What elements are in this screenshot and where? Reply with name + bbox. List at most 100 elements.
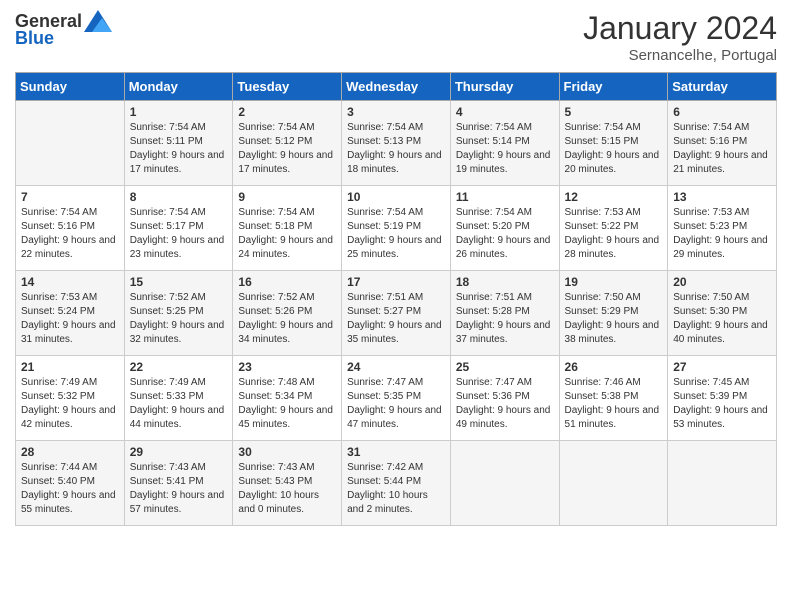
cell-info: Sunrise: 7:54 AMSunset: 5:11 PMDaylight:… — [130, 121, 228, 177]
calendar-week-0: 1 Sunrise: 7:54 AMSunset: 5:11 PMDaylight… — [16, 101, 777, 186]
calendar-cell: 11Sunrise: 7:54 AMSunset: 5:20 PMDayligh… — [450, 186, 559, 271]
cell-info: Sunrise: 7:42 AMSunset: 5:44 PMDaylight:… — [347, 461, 445, 517]
day-number: 18 — [456, 275, 554, 289]
location-title: Sernancelhe, Portugal — [583, 47, 777, 64]
cell-info: Sunrise: 7:54 AMSunset: 5:18 PMDaylight:… — [238, 206, 336, 262]
cell-info: Sunrise: 7:44 AMSunset: 5:40 PMDaylight:… — [21, 461, 119, 517]
cell-info: Sunrise: 7:54 AMSunset: 5:12 PMDaylight:… — [238, 121, 336, 177]
calendar-cell: 28 Sunrise: 7:44 AMSunset: 5:40 PMDayligh… — [16, 441, 125, 526]
calendar-cell: 18 Sunrise: 7:51 AMSunset: 5:28 PMDayligh… — [450, 271, 559, 356]
cell-info: Sunrise: 7:50 AMSunset: 5:29 PMDaylight:… — [565, 291, 663, 347]
day-number: 7 — [21, 190, 119, 204]
cell-info: Sunrise: 7:54 AMSunset: 5:16 PMDaylight:… — [21, 206, 119, 262]
cell-info: Sunrise: 7:51 AMSunset: 5:28 PMDaylight:… — [456, 291, 554, 347]
cell-info: Sunrise: 7:50 AMSunset: 5:30 PMDaylight:… — [673, 291, 771, 347]
day-number: 6 — [673, 105, 771, 119]
day-number: 13 — [673, 190, 771, 204]
day-number: 19 — [565, 275, 663, 289]
logo-blue: Blue — [15, 28, 54, 49]
calendar-cell: 21 Sunrise: 7:49 AMSunset: 5:32 PMDayligh… — [16, 356, 125, 441]
calendar-cell: 25 Sunrise: 7:47 AMSunset: 5:36 PMDayligh… — [450, 356, 559, 441]
header-monday: Monday — [124, 73, 233, 101]
day-number: 26 — [565, 360, 663, 374]
header-sunday: Sunday — [16, 73, 125, 101]
cell-info: Sunrise: 7:53 AMSunset: 5:24 PMDaylight:… — [21, 291, 119, 347]
day-number: 20 — [673, 275, 771, 289]
logo: General Blue — [15, 10, 112, 49]
calendar-cell — [668, 441, 777, 526]
calendar-cell: 13 Sunrise: 7:53 AMSunset: 5:23 PMDayligh… — [668, 186, 777, 271]
cell-info: Sunrise: 7:43 AMSunset: 5:43 PMDaylight:… — [238, 461, 336, 517]
header-wednesday: Wednesday — [342, 73, 451, 101]
day-number: 15 — [130, 275, 228, 289]
calendar-cell: 29 Sunrise: 7:43 AMSunset: 5:41 PMDayligh… — [124, 441, 233, 526]
calendar-cell: 31 Sunrise: 7:42 AMSunset: 5:44 PMDayligh… — [342, 441, 451, 526]
calendar-cell: 2 Sunrise: 7:54 AMSunset: 5:12 PMDaylight… — [233, 101, 342, 186]
calendar-cell: 16Sunrise: 7:52 AMSunset: 5:26 PMDayligh… — [233, 271, 342, 356]
day-number: 31 — [347, 445, 445, 459]
calendar-week-2: 14 Sunrise: 7:53 AMSunset: 5:24 PMDayligh… — [16, 271, 777, 356]
month-title: January 2024 — [583, 10, 777, 47]
calendar-cell: 12Sunrise: 7:53 AMSunset: 5:22 PMDayligh… — [559, 186, 668, 271]
cell-info: Sunrise: 7:46 AMSunset: 5:38 PMDaylight:… — [565, 376, 663, 432]
day-number: 9 — [238, 190, 336, 204]
calendar-cell: 19 Sunrise: 7:50 AMSunset: 5:29 PMDayligh… — [559, 271, 668, 356]
cell-info: Sunrise: 7:48 AMSunset: 5:34 PMDaylight:… — [238, 376, 336, 432]
calendar-cell: 9 Sunrise: 7:54 AMSunset: 5:18 PMDaylight… — [233, 186, 342, 271]
day-number: 28 — [21, 445, 119, 459]
cell-info: Sunrise: 7:54 AMSunset: 5:19 PMDaylight:… — [347, 206, 445, 262]
day-number: 5 — [565, 105, 663, 119]
logo-icon — [84, 10, 112, 32]
day-number: 24 — [347, 360, 445, 374]
calendar-week-4: 28 Sunrise: 7:44 AMSunset: 5:40 PMDayligh… — [16, 441, 777, 526]
cell-info: Sunrise: 7:45 AMSunset: 5:39 PMDaylight:… — [673, 376, 771, 432]
calendar-week-1: 7 Sunrise: 7:54 AMSunset: 5:16 PMDaylight… — [16, 186, 777, 271]
calendar-cell: 20 Sunrise: 7:50 AMSunset: 5:30 PMDayligh… — [668, 271, 777, 356]
cell-info: Sunrise: 7:49 AMSunset: 5:33 PMDaylight:… — [130, 376, 228, 432]
calendar-cell: 14 Sunrise: 7:53 AMSunset: 5:24 PMDayligh… — [16, 271, 125, 356]
calendar-cell: 27 Sunrise: 7:45 AMSunset: 5:39 PMDayligh… — [668, 356, 777, 441]
header-thursday: Thursday — [450, 73, 559, 101]
calendar-cell: 1 Sunrise: 7:54 AMSunset: 5:11 PMDaylight… — [124, 101, 233, 186]
cell-info: Sunrise: 7:54 AMSunset: 5:13 PMDaylight:… — [347, 121, 445, 177]
header-friday: Friday — [559, 73, 668, 101]
day-number: 10 — [347, 190, 445, 204]
day-number: 23 — [238, 360, 336, 374]
day-number: 21 — [21, 360, 119, 374]
day-number: 22 — [130, 360, 228, 374]
cell-info: Sunrise: 7:54 AMSunset: 5:14 PMDaylight:… — [456, 121, 554, 177]
cell-info: Sunrise: 7:47 AMSunset: 5:36 PMDaylight:… — [456, 376, 554, 432]
day-number: 27 — [673, 360, 771, 374]
page-header: General Blue January 2024 Sernancelhe, P… — [15, 10, 777, 64]
cell-info: Sunrise: 7:47 AMSunset: 5:35 PMDaylight:… — [347, 376, 445, 432]
calendar-cell: 17Sunrise: 7:51 AMSunset: 5:27 PMDayligh… — [342, 271, 451, 356]
calendar-week-3: 21 Sunrise: 7:49 AMSunset: 5:32 PMDayligh… — [16, 356, 777, 441]
calendar-cell: 26 Sunrise: 7:46 AMSunset: 5:38 PMDayligh… — [559, 356, 668, 441]
calendar-cell — [16, 101, 125, 186]
calendar-table: Sunday Monday Tuesday Wednesday Thursday… — [15, 72, 777, 526]
day-number: 29 — [130, 445, 228, 459]
day-number: 8 — [130, 190, 228, 204]
cell-info: Sunrise: 7:53 AMSunset: 5:22 PMDaylight:… — [565, 206, 663, 262]
calendar-cell — [559, 441, 668, 526]
calendar-cell — [450, 441, 559, 526]
day-number: 25 — [456, 360, 554, 374]
calendar-cell: 3Sunrise: 7:54 AMSunset: 5:13 PMDaylight… — [342, 101, 451, 186]
day-number: 14 — [21, 275, 119, 289]
day-number: 2 — [238, 105, 336, 119]
cell-info: Sunrise: 7:54 AMSunset: 5:17 PMDaylight:… — [130, 206, 228, 262]
day-number: 16 — [238, 275, 336, 289]
calendar-cell: 24 Sunrise: 7:47 AMSunset: 5:35 PMDayligh… — [342, 356, 451, 441]
day-number: 1 — [130, 105, 228, 119]
day-number: 17 — [347, 275, 445, 289]
calendar-cell: 5 Sunrise: 7:54 AMSunset: 5:15 PMDaylight… — [559, 101, 668, 186]
calendar-cell: 10 Sunrise: 7:54 AMSunset: 5:19 PMDayligh… — [342, 186, 451, 271]
title-area: January 2024 Sernancelhe, Portugal — [583, 10, 777, 64]
cell-info: Sunrise: 7:43 AMSunset: 5:41 PMDaylight:… — [130, 461, 228, 517]
calendar-cell: 8 Sunrise: 7:54 AMSunset: 5:17 PMDaylight… — [124, 186, 233, 271]
cell-info: Sunrise: 7:53 AMSunset: 5:23 PMDaylight:… — [673, 206, 771, 262]
cell-info: Sunrise: 7:52 AMSunset: 5:25 PMDaylight:… — [130, 291, 228, 347]
cell-info: Sunrise: 7:54 AMSunset: 5:15 PMDaylight:… — [565, 121, 663, 177]
cell-info: Sunrise: 7:49 AMSunset: 5:32 PMDaylight:… — [21, 376, 119, 432]
calendar-cell: 4Sunrise: 7:54 AMSunset: 5:14 PMDaylight… — [450, 101, 559, 186]
